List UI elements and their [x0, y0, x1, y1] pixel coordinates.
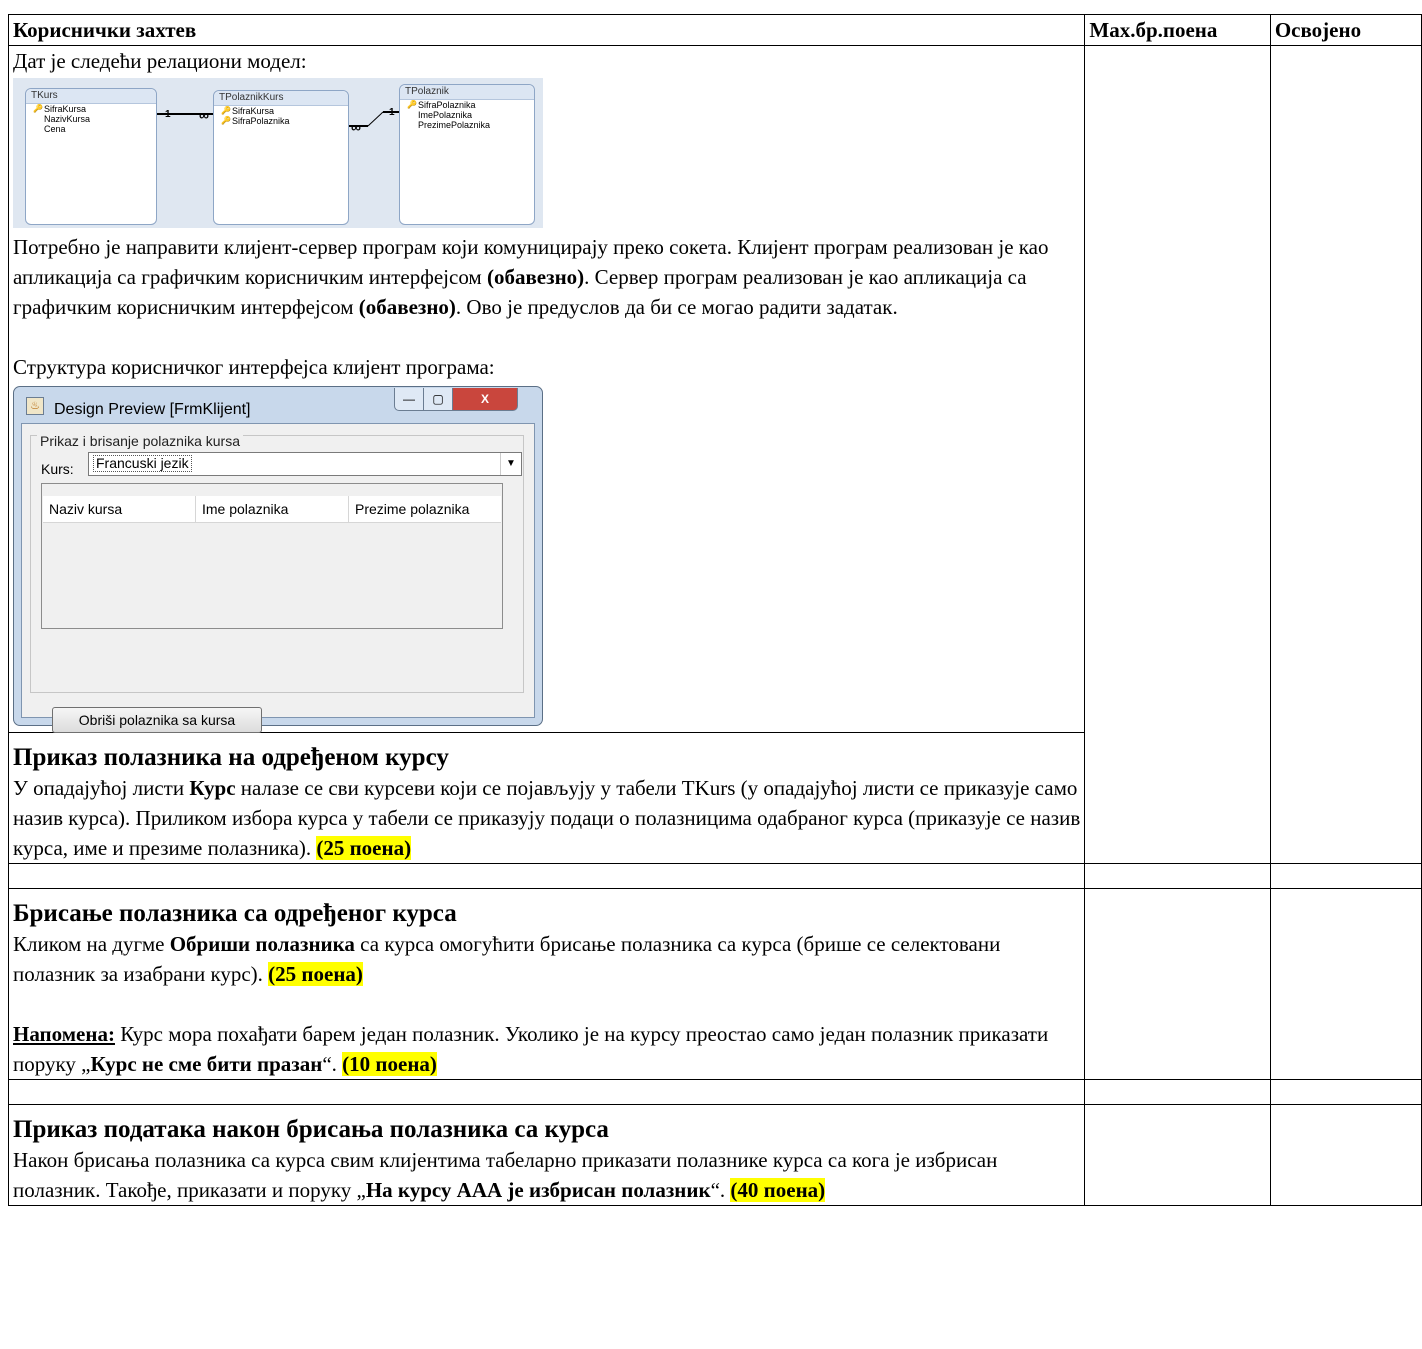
key-icon: 🔑: [221, 116, 231, 125]
field: 🔑 SifraKursa: [221, 106, 275, 116]
key-icon: 🔑: [33, 104, 43, 113]
kurs-combobox[interactable]: Francuski jezik ▼: [88, 452, 522, 476]
header-row: Кориснички захтев Max.бр.поена Освојено: [7, 14, 1422, 46]
close-icon[interactable]: X: [452, 388, 518, 411]
section2-title: Брисање полазника са одређеног курса: [13, 900, 457, 927]
rel2-one-label: 1: [389, 107, 395, 118]
rel2-many-label: ∞: [351, 119, 361, 135]
table-tpolaznik-title: TPolaznik: [400, 85, 534, 100]
column-prezime-polaznika[interactable]: Prezime polaznika: [349, 496, 501, 522]
requirements-table: Кориснички захтев Max.бр.поена Освојено …: [7, 14, 1422, 1206]
key-icon: 🔑: [221, 106, 231, 115]
chevron-down-icon[interactable]: ▼: [500, 453, 521, 475]
section3-earned-cell: [1269, 1104, 1422, 1206]
table-tkurs-title: TKurs: [26, 89, 156, 104]
field: Cena: [44, 124, 66, 134]
section3-title: Приказ података након брисања полазника …: [13, 1116, 609, 1143]
section1-cell: Приказ полазника на одређеном курсу У оп…: [7, 732, 1086, 864]
kurs-combobox-value: Francuski jezik: [93, 455, 192, 472]
students-table[interactable]: Naziv kursa Ime polaznika Prezime polazn…: [41, 483, 503, 629]
section2-cell: Брисање полазника са одређеног курса Кли…: [7, 888, 1086, 1080]
points-badge: (25 поена): [268, 962, 363, 986]
intro-paragraph: Потребно је направити клијент-сервер про…: [13, 235, 1049, 319]
section3-cell: Приказ података након брисања полазника …: [7, 1104, 1086, 1206]
section2-text: Кликом на дугме Обриши полазника са курс…: [13, 932, 1001, 986]
header-earned: Освојено: [1269, 14, 1422, 46]
table-tkurs: TKurs 🔑 SifraKursa NazivKursa Cena: [25, 88, 157, 225]
students-table-header: Naziv kursa Ime polaznika Prezime polazn…: [43, 496, 501, 523]
intro-row: Дат је следећи релациони модел: TKurs 🔑 S…: [7, 45, 1422, 864]
table-tpolaznikkurs: TPolaznikKurs 🔑 SifraKursa 🔑 SifraPolaznik…: [213, 90, 349, 225]
section2-row: Брисање полазника са одређеног курса Кли…: [7, 888, 1422, 1080]
points-badge: (40 поена): [730, 1178, 826, 1202]
field: PrezimePolaznika: [418, 120, 491, 130]
table-tpolaznikkurs-title: TPolaznikKurs: [214, 91, 348, 106]
relational-model-image: TKurs 🔑 SifraKursa NazivKursa Cena TPolaz…: [13, 78, 543, 228]
column-ime-polaznika[interactable]: Ime polaznika: [196, 496, 349, 522]
java-app-icon: ♨: [26, 397, 44, 415]
spacer-row: [7, 1079, 1422, 1105]
rel1-many-label: ∞: [199, 107, 209, 123]
delete-student-button[interactable]: Obriši polaznika sa kursa: [52, 707, 262, 733]
header-requirement: Кориснички захтев: [7, 14, 1086, 46]
intro-max-points-cell: [1084, 45, 1271, 864]
maximize-icon[interactable]: ▢: [423, 388, 453, 411]
window-title: Design Preview [FrmKlijent]: [54, 401, 251, 418]
structure-line: Структура корисничког интерфејса клијент…: [13, 355, 495, 379]
field: 🔑 SifraKursa: [33, 104, 87, 114]
section3-row: Приказ података након брисања полазника …: [7, 1104, 1422, 1206]
section3-max-points-cell: [1084, 1104, 1271, 1206]
spacer-row: [7, 863, 1422, 889]
column-naziv-kursa[interactable]: Naziv kursa: [43, 496, 196, 522]
section2-note: Напомена: Курс мора похађати барем један…: [13, 1022, 1049, 1076]
window-titlebar: ♨ Design Preview [FrmKlijent] — ▢ X: [14, 387, 542, 423]
minimize-icon[interactable]: —: [394, 388, 424, 411]
kurs-label: Kurs:: [41, 461, 74, 477]
header-max-points: Max.бр.поена: [1084, 14, 1271, 46]
points-badge: (10 поена): [342, 1052, 437, 1076]
section2-max-points-cell: [1084, 888, 1271, 1080]
course-panel: Prikaz i brisanje polaznika kursa Kurs: …: [30, 426, 524, 693]
field: 🔑 SifraPolaznika: [407, 100, 476, 110]
intro-cell: Дат је следећи релациони модел: TKurs 🔑 S…: [7, 45, 1086, 733]
rel1-one-label: 1: [165, 109, 171, 120]
intro-earned-cell: [1269, 45, 1422, 864]
field: 🔑 SifraPolaznika: [221, 116, 290, 126]
field: NazivKursa: [44, 114, 91, 124]
section1-title: Приказ полазника на одређеном курсу: [13, 744, 449, 771]
window-client-area: Prikaz i brisanje polaznika kursa Kurs: …: [21, 423, 535, 733]
field: ImePolaznika: [418, 110, 473, 120]
points-badge: (25 поена): [316, 836, 412, 860]
key-icon: 🔑: [407, 100, 417, 109]
section1-text: У опадајућој листи Курс налазе се сви ку…: [13, 776, 1081, 860]
section2-earned-cell: [1269, 888, 1422, 1080]
table-tpolaznik: TPolaznik 🔑 SifraPolaznika ImePolaznika P…: [399, 84, 535, 225]
client-window-preview: ♨ Design Preview [FrmKlijent] — ▢ X Prik…: [13, 386, 543, 733]
model-line: Дат је следећи релациони модел:: [13, 49, 307, 73]
section3-text: Након брисања полазника са курса свим кл…: [13, 1148, 998, 1202]
